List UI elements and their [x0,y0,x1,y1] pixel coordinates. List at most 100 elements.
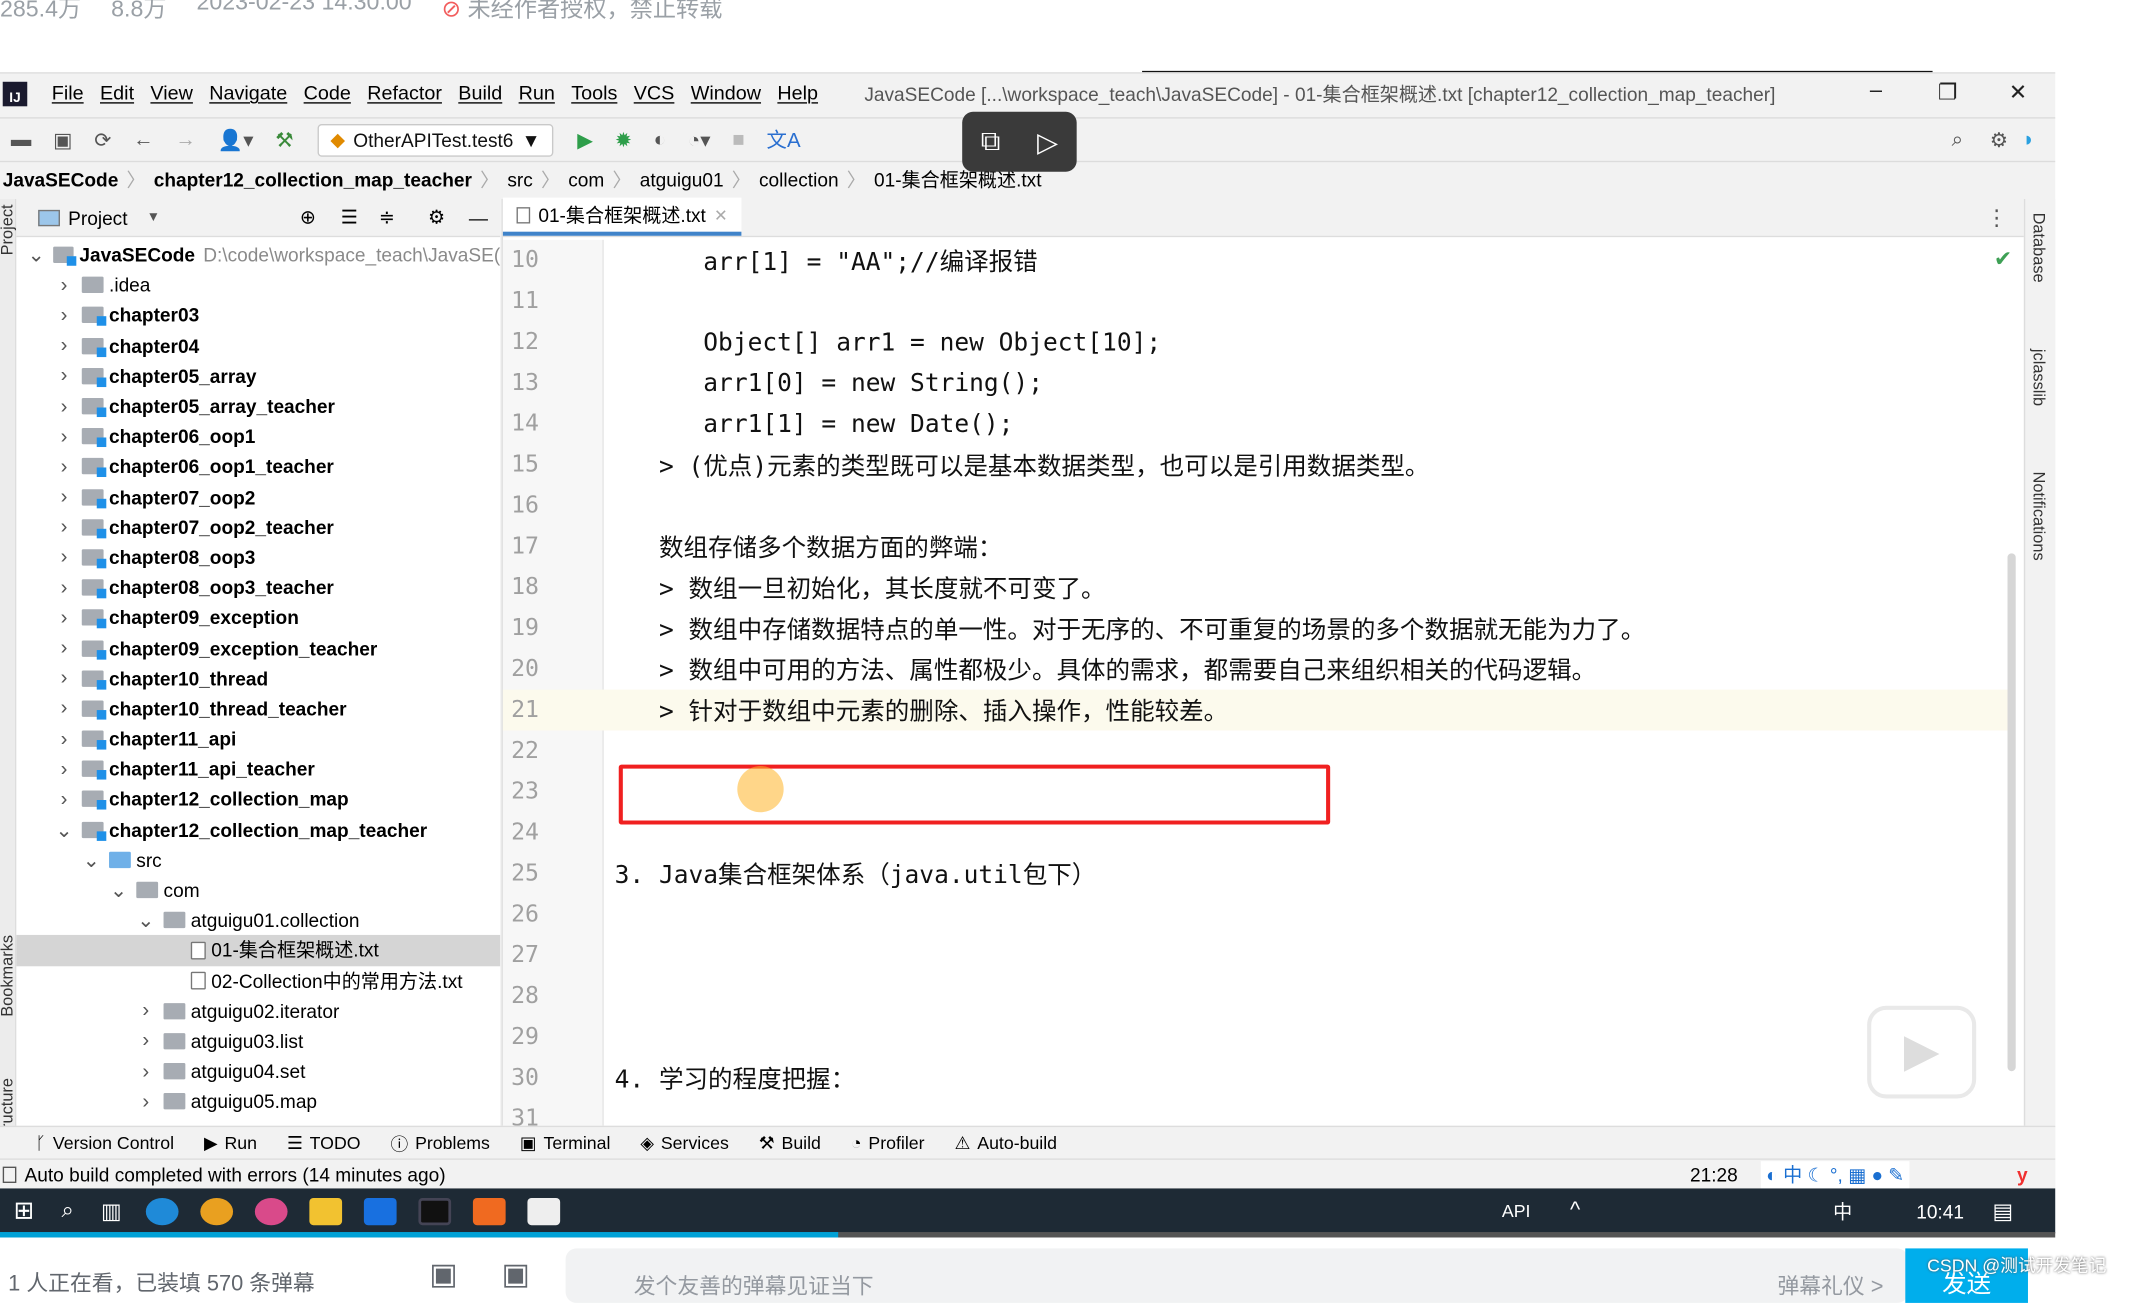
chevron-right-icon[interactable]: › [136,1030,155,1053]
tree-item[interactable]: › chapter11_api_teacher [16,754,500,784]
tree-item[interactable]: › chapter12_collection_map [16,784,500,814]
tree-item[interactable]: › chapter10_thread_teacher [16,693,500,723]
tree-item[interactable]: › chapter05_array_teacher [16,391,500,421]
menu-file[interactable]: File [52,83,84,105]
chevron-right-icon[interactable]: › [55,637,74,660]
user-icon[interactable]: 👤▾ [218,127,254,152]
chevron-right-icon[interactable]: › [136,1060,155,1083]
tree-item[interactable]: › chapter08_oop3_teacher [16,572,500,602]
tree-item[interactable]: › atguigu05.map [16,1087,500,1117]
database-tool-tab[interactable]: Database [2029,213,2048,283]
chevron-right-icon[interactable]: › [55,304,74,327]
notepad-icon[interactable] [527,1197,561,1225]
sync-icon[interactable]: ⟳ [94,127,111,152]
tool-window-terminal[interactable]: ▣ Terminal [520,1132,611,1154]
task-view-icon[interactable]: ▥ [101,1197,122,1224]
tool-window-version-control[interactable]: ᚴ Version Control [35,1133,174,1153]
collapse-all-icon[interactable]: ≑ [379,206,395,229]
tree-item[interactable]: › chapter05_array [16,361,500,391]
breadcrumb-item[interactable]: src [507,168,532,190]
bilibili-play-icon[interactable]: ▶ [1867,1005,1977,1099]
chevron-right-icon[interactable]: › [55,576,74,599]
menu-refactor[interactable]: Refactor [367,83,442,105]
tray-chevron-icon[interactable]: ^ [1570,1199,1580,1224]
profile-icon[interactable]: ◔▾ [688,127,711,152]
code-lines[interactable]: 10 arr[1] = "AA";//编译报错 11 12 Object[] arr… [502,240,2009,1140]
run-config-select[interactable]: ◆ OtherAPITest.test6 ▼ [318,123,553,157]
breadcrumb-item[interactable]: chapter12_collection_map_teacher [154,168,472,190]
run-icon[interactable]: ▶ [577,127,593,152]
ai-play-icon[interactable]: ▷ [1037,125,1058,159]
back-icon[interactable]: ← [133,128,153,151]
search-icon[interactable]: ⌕ [1952,128,1963,151]
open-icon[interactable]: ▬ [11,128,31,151]
chrome-canary-icon[interactable] [255,1197,288,1225]
tray-api[interactable]: API [1502,1201,1531,1221]
chevron-right-icon[interactable]: › [55,395,74,418]
bookmarks-tool-tab[interactable]: Bookmarks [0,935,16,1017]
plugin-icon[interactable]: ◗ [2023,128,2035,151]
gear-icon[interactable]: ⚙ [428,206,445,229]
pip-icon[interactable]: ⧉ [981,126,1000,157]
menu-tools[interactable]: Tools [571,83,617,105]
ime-toolbar[interactable]: ◐ 中 ☾ °, ▦ ● ✎ [1760,1160,1910,1188]
tree-item[interactable]: ⌄ JavaSECode D:\code\workspace_teach\JavaS… [16,240,500,270]
tree-item[interactable]: › .idea [16,270,500,300]
breadcrumb-item[interactable]: atguigu01 [640,168,724,190]
tool-window-todo[interactable]: ☰ TODO [287,1132,361,1154]
tree-item[interactable]: 01-集合框架概述.txt [16,935,501,966]
debug-icon[interactable]: ✹ [615,127,632,152]
save-icon[interactable]: ▣ [53,127,72,152]
chevron-right-icon[interactable]: › [55,485,74,508]
tool-window-build[interactable]: ⚒ Build [759,1132,821,1154]
tree-item[interactable]: ⌄ com [16,875,500,905]
tool-window-run[interactable]: ▶ Run [204,1132,257,1154]
tree-item[interactable]: › chapter06_oop1 [16,421,500,451]
menu-view[interactable]: View [150,83,192,105]
chevron-right-icon[interactable]: › [136,1090,155,1113]
tree-item[interactable]: › atguigu03.list [16,1026,500,1056]
menu-vcs[interactable]: VCS [634,83,675,105]
status-message[interactable]: Auto build completed with errors (14 min… [25,1163,446,1185]
menu-edit[interactable]: Edit [100,83,134,105]
tray-ime[interactable]: 中 [1833,1197,1852,1224]
project-view-select[interactable]: Project [68,206,127,228]
danmaku-settings-icon[interactable]: ▣ [502,1257,530,1292]
search-icon[interactable]: ⌕ [61,1199,73,1224]
tree-item[interactable]: › chapter11_api [16,724,500,754]
tool-window-problems[interactable]: ⓘ Problems [391,1130,490,1156]
tree-item[interactable]: › chapter10_thread [16,663,500,693]
tree-item[interactable]: › chapter03 [16,300,500,330]
menu-window[interactable]: Window [691,83,761,105]
minimize-button[interactable]: – [1870,79,1882,104]
chevron-right-icon[interactable]: › [55,667,74,690]
chevron-right-icon[interactable]: › [55,274,74,297]
chevron-right-icon[interactable]: › [55,546,74,569]
tree-item[interactable]: › chapter07_oop2_teacher [16,512,500,542]
expand-all-icon[interactable]: ☰ [341,206,358,229]
chevron-down-icon[interactable]: ⌄ [82,847,101,872]
explorer-icon[interactable] [309,1197,343,1225]
chevron-right-icon[interactable]: › [136,999,155,1022]
notification-center-icon[interactable]: ▤ [1993,1197,2014,1224]
intellij-taskbar-icon[interactable] [418,1197,452,1225]
chevron-right-icon[interactable]: › [55,516,74,539]
chevron-right-icon[interactable]: › [55,334,74,357]
scrollbar[interactable] [2007,553,2016,1072]
tree-item[interactable]: › chapter07_oop2 [16,482,500,512]
tree-item[interactable]: ⌄ src [16,845,500,875]
settings-icon[interactable]: ⚙ [1990,127,2008,152]
caret-position[interactable]: 21:28 [1690,1163,1738,1185]
chevron-down-icon[interactable]: ⌄ [27,243,45,267]
menu-navigate[interactable]: Navigate [209,83,287,105]
menu-code[interactable]: Code [304,83,351,105]
tree-item[interactable]: › chapter09_exception [16,603,500,633]
tool-window-services[interactable]: ◈ Services [640,1132,728,1154]
app-orange-icon[interactable] [473,1197,506,1225]
tray-clock[interactable]: 10:41 [1916,1200,1964,1222]
tree-item[interactable]: 02-Collection中的常用方法.txt [16,966,500,996]
chevron-down-icon[interactable]: ⌄ [109,878,128,902]
tree-item[interactable]: › chapter09_exception_teacher [16,633,500,663]
windows-start-icon[interactable]: ⊞ [14,1197,35,1226]
tree-item[interactable]: › atguigu04.set [16,1056,500,1086]
